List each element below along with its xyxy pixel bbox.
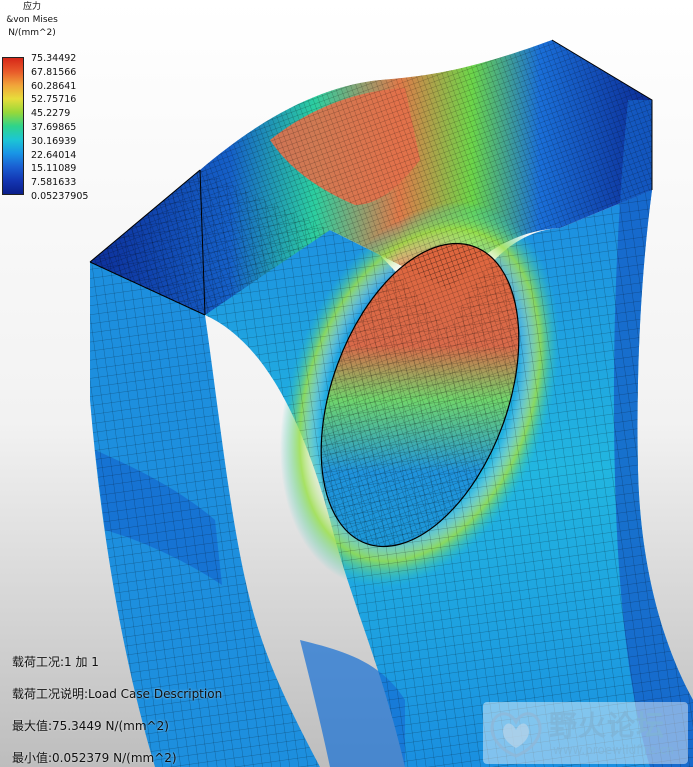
legend-tick-label: 37.69865	[31, 122, 77, 133]
watermark-url: www.proewildfire.cn	[553, 743, 674, 757]
legend-subtitle: &von Mises	[6, 15, 58, 25]
site-watermark: 野火论坛 www.proewildfire.cn	[483, 702, 688, 764]
legend-tick-label: 0.05237905	[31, 191, 89, 202]
load-case-description: 载荷工况说明:Load Case Description	[12, 687, 223, 701]
legend-tick-label: 45.2279	[31, 108, 71, 120]
min-value-label: 最小值:0.052379 N/(mm^2)	[12, 751, 177, 765]
legend-tick-label: 75.34492	[31, 53, 77, 64]
legend-tick-label: 67.81566	[31, 66, 77, 78]
legend-tick-label: 15.11089	[31, 163, 77, 175]
legend-tick-label: 60.28641	[31, 80, 77, 92]
legend-unit: N/(mm^2)	[8, 28, 56, 38]
watermark-logo-icon	[490, 712, 542, 758]
load-case-label: 载荷工况:1 加 1	[12, 655, 99, 669]
stress-legend: 应力 &von Mises N/(mm^2) 75.34492 67.81566 6…	[0, 0, 110, 210]
legend-color-bar	[2, 57, 24, 195]
legend-tick-label: 7.581633	[31, 177, 77, 189]
legend-title: 应力	[22, 2, 41, 12]
legend-tick-label: 30.16939	[31, 135, 77, 147]
legend-tick-label: 52.75716	[31, 94, 77, 106]
max-value-label: 最大值:75.3449 N/(mm^2)	[12, 719, 169, 733]
legend-tick-label: 22.64014	[31, 149, 77, 161]
watermark-title: 野火论坛	[549, 709, 666, 742]
